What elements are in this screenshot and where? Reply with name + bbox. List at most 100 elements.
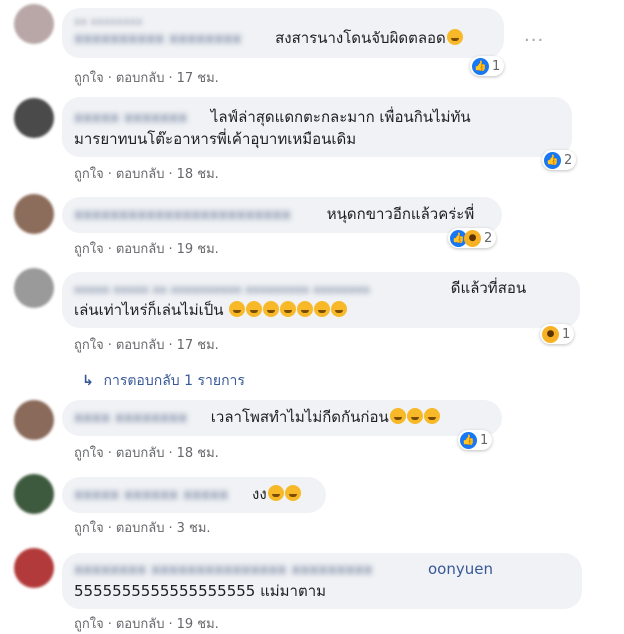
dizzy-emoji-icon [284,485,301,501]
separator: · [168,242,173,257]
avatar[interactable] [14,194,54,234]
timestamp[interactable]: 18 ชม. [177,167,219,182]
comment-meta: ถูกใจ · ตอบกลับ · 19 ชม. [74,238,219,259]
avatar[interactable] [14,98,54,138]
laughing-emoji-icon [246,301,263,317]
haha-icon: ● [464,229,481,247]
comment-bubble: xxxxx xxxxx xx xxxxxxxxxx xxxxxxxxx xxxx… [62,272,580,328]
reaction-summary[interactable]: 👍 1 [470,56,505,76]
author-name-blurred[interactable]: xxxx xxxxxxxx [74,408,206,429]
comment-text: 5555555555555555555 แม่มาตาม [74,582,327,600]
reply-link[interactable]: ตอบกลับ [116,446,165,461]
like-icon: 👍 [472,57,489,75]
reply-arrow-icon: ↳ [82,373,94,389]
reaction-summary[interactable]: 👍 ● 2 [448,228,497,248]
laughing-emoji-icon [389,408,406,424]
separator: · [107,338,112,353]
author-name-blurred[interactable]: xxxxx xxxxx xx xxxxxxxxxx xxxxxxxxx xxxx… [74,279,446,300]
comment-text: หนุดกขาวอีกแล้วคร่ะพี่ [326,205,475,223]
reply-link[interactable]: ตอบกลับ [116,617,165,632]
comment-meta: ถูกใจ · ตอบกลับ · 17 ชม. [74,67,219,88]
comment-meta: ถูกใจ · ตอบกลับ · 18 ชม. [74,442,219,463]
reaction-summary[interactable]: ● 1 [540,324,575,344]
timestamp[interactable]: 19 ชม. [177,242,219,257]
author-name-blurred[interactable]: xxxxxxxx xxxxxxxxxxxxxxx xxxxxxxxx [74,560,428,581]
comment-meta: ถูกใจ · ตอบกลับ · 17 ชม. [74,334,219,355]
timestamp[interactable]: 19 ชม. [177,617,219,632]
separator: · [168,71,173,86]
reaction-count: 1 [492,58,501,74]
timestamp[interactable]: 3 ชม. [177,521,211,536]
avatar[interactable] [14,400,54,440]
like-link[interactable]: ถูกใจ [74,71,104,86]
laughing-emoji-icon [263,301,280,317]
author-name-blurred[interactable]: xxxxxxxxxxxxxxxxxxxxxxxx [74,205,322,226]
separator: · [107,167,112,182]
replies-count-label: การตอบกลับ 1 รายการ [103,373,245,389]
timestamp[interactable]: 17 ชม. [177,338,219,353]
comment-text: สงสารนางโดนจับผิดตลอด [275,29,446,47]
comment-text-line2: มารยาทบนโต๊ะอาหารพี่เค้าอุบาทเหมือนเดิม [74,130,357,148]
reply-link[interactable]: ตอบกลับ [116,521,165,536]
separator: · [107,617,112,632]
like-link[interactable]: ถูกใจ [74,338,104,353]
reply-link[interactable]: ตอบกลับ [116,167,165,182]
author-name-visible-part[interactable]: oonyuen [428,560,493,578]
reaction-summary[interactable]: 👍 1 [458,430,493,450]
author-name-blurred[interactable]: xxxxx xxxxxxx [74,108,206,129]
comment-meta: ถูกใจ · ตอบกลับ · 18 ชม. [74,163,219,184]
comment-text-line2: เล่นเท่าไหร่ก็เล่นไม่เป็น [74,301,224,319]
like-link[interactable]: ถูกใจ [74,617,104,632]
reaction-count: 1 [562,326,571,342]
avatar[interactable] [14,548,54,588]
laughing-emoji-icon [229,301,246,317]
like-link[interactable]: ถูกใจ [74,446,104,461]
laughing-emoji-icon [423,408,440,424]
more-options-icon[interactable]: ··· [524,30,544,51]
separator: · [107,71,112,86]
avatar[interactable] [14,268,54,308]
separator: · [168,446,173,461]
avatar[interactable] [14,4,54,44]
like-icon: 👍 [460,431,477,449]
reaction-count: 2 [484,230,493,246]
laughing-emoji-icon [280,301,297,317]
separator: · [168,521,173,536]
laughing-emoji-icon [297,301,314,317]
blurred-subname: xx xxxxxxxx [74,15,143,28]
like-link[interactable]: ถูกใจ [74,167,104,182]
author-name-blurred[interactable]: xxxxxxxxxx xxxxxxxx [74,31,270,47]
separator: · [107,521,112,536]
comment-bubble: xxxxx xxxxxx xxxxx งง [62,477,326,513]
separator: · [168,617,173,632]
comment-bubble: xxxxx xxxxxxx ไลฟ์ล่าสุดแดกตะกละมาก เพื่… [62,97,572,157]
separator: · [168,167,173,182]
comment-text-line1: ไลฟ์ล่าสุดแดกตะกละมาก เพื่อนกินไม่ทัน [210,108,471,126]
separator: · [107,446,112,461]
reaction-count: 1 [480,432,489,448]
comment-text: เวลาโพสทำไมไม่กีดกันก่อน [210,408,389,426]
timestamp[interactable]: 18 ชม. [177,446,219,461]
laughing-emoji-icon [314,301,331,317]
comment-bubble: xxxxxxxxxxxxxxxxxxxxxxxx หนุดกขาวอีกแล้ว… [62,197,502,233]
like-link[interactable]: ถูกใจ [74,521,104,536]
comment-text: งง [252,485,267,503]
reply-link[interactable]: ตอบกลับ [116,338,165,353]
avatar[interactable] [14,474,54,514]
reaction-summary[interactable]: 👍 2 [542,150,577,170]
separator: · [107,242,112,257]
grinning-emoji-icon [446,29,463,45]
timestamp[interactable]: 17 ชม. [177,71,219,86]
view-replies-link[interactable]: ↳ การตอบกลับ 1 รายการ [82,370,245,392]
comment-meta: ถูกใจ · ตอบกลับ · 3 ชม. [74,517,211,538]
haha-icon: ● [542,325,559,343]
reply-link[interactable]: ตอบกลับ [116,71,165,86]
separator: · [168,338,173,353]
laughing-emoji-icon [331,301,348,317]
reply-link[interactable]: ตอบกลับ [116,242,165,257]
like-link[interactable]: ถูกใจ [74,242,104,257]
laughing-emoji-icon [406,408,423,424]
comment-text-line1: ดีแล้วที่สอน [450,279,527,297]
comment-bubble: xxxxxxxx xxxxxxxxxxxxxxx xxxxxxxxx oonyue… [62,553,582,609]
author-name-blurred[interactable]: xxxxx xxxxxx xxxxx [74,485,252,506]
